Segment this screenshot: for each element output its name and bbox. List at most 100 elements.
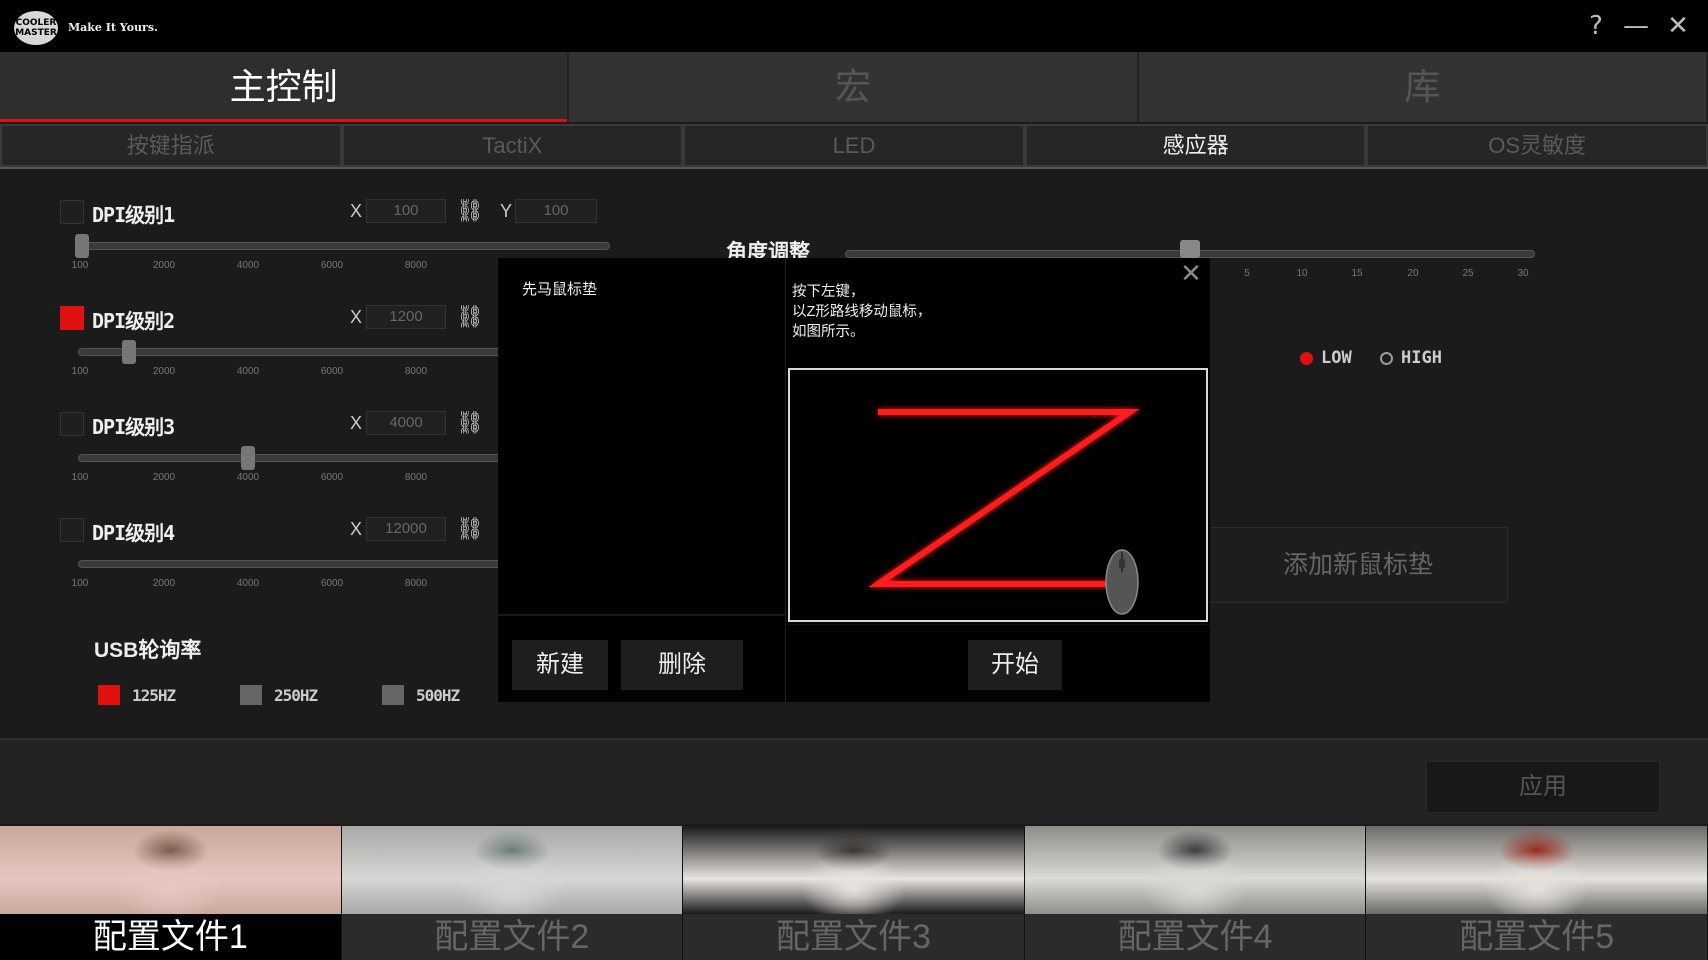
tab-main-control[interactable]: 主控制 (0, 52, 570, 122)
dpi-x-input[interactable]: 100 (366, 199, 446, 223)
dpi-slider-thumb[interactable] (75, 234, 89, 258)
dpi-level-4-checkbox[interactable] (60, 518, 84, 542)
profile-3[interactable]: 配置文件3 (683, 826, 1025, 960)
tagline: Make It Yours. (68, 21, 158, 34)
dpi-slider-track[interactable] (78, 242, 610, 250)
usb-500-checkbox[interactable] (382, 685, 404, 705)
tab-key-assignment[interactable]: 按键指派 (0, 124, 342, 167)
link-icon[interactable]: ⛓ (456, 518, 484, 540)
lift-high-option[interactable]: HIGH (1380, 348, 1442, 368)
tick-label: 15 (1351, 268, 1363, 279)
tab-led[interactable]: LED (683, 124, 1025, 167)
divider (786, 624, 1210, 625)
profile-4[interactable]: 配置文件4 (1024, 826, 1367, 960)
mousepad-list-item[interactable]: 先马鼠标垫 (522, 278, 597, 299)
z-pattern-illustration (788, 368, 1208, 622)
tick-label: 8000 (404, 472, 428, 483)
profile-photo (1366, 826, 1707, 914)
dpi-ticks: 100 2000 4000 6000 8000 (72, 366, 498, 380)
tick-label: 100 (71, 472, 89, 483)
usb-option-label: 125HZ (132, 686, 176, 705)
mouse-icon (1105, 549, 1139, 615)
close-button[interactable]: ✕ (1660, 8, 1696, 44)
tick-label: 6000 (320, 260, 344, 271)
add-new-mousepad-button[interactable]: 添加新鼠标垫 (1208, 527, 1508, 603)
dpi-level-3-checkbox[interactable] (60, 412, 84, 436)
tick-label: 8000 (404, 578, 428, 589)
y-axis-label: Y (500, 201, 513, 221)
x-axis-label: X (350, 307, 363, 327)
tick-label: 4000 (236, 578, 260, 589)
profile-photo (1024, 826, 1366, 914)
dpi-ticks: 100 2000 4000 6000 8000 (72, 578, 498, 592)
dpi-y-input[interactable]: 100 (515, 199, 597, 223)
lift-low-option[interactable]: LOW (1300, 348, 1352, 368)
tab-library[interactable]: 库 (1139, 52, 1708, 122)
tab-sensor[interactable]: 感应器 (1024, 124, 1367, 167)
minimize-button[interactable]: — (1618, 8, 1654, 44)
dpi-level-2-checkbox[interactable] (60, 306, 84, 330)
apply-button[interactable]: 应用 (1426, 761, 1660, 813)
delete-button[interactable]: 删除 (621, 640, 743, 690)
mousepad-list-panel: 先马鼠标垫 新建 删除 (498, 258, 786, 702)
new-button[interactable]: 新建 (512, 640, 608, 690)
tick-label: 30 (1517, 268, 1529, 279)
profile-2[interactable]: 配置文件2 (341, 826, 684, 960)
tick-label: 8000 (404, 366, 428, 377)
tab-tactix[interactable]: TactiX (341, 124, 684, 167)
tick-label: 4000 (236, 366, 260, 377)
tick-label: 2000 (152, 366, 176, 377)
help-button[interactable]: ? (1578, 8, 1614, 44)
tick-label: 5 (1244, 268, 1250, 279)
tick-label: 2000 (152, 472, 176, 483)
tick-label: 100 (71, 366, 89, 377)
dpi-slider-thumb[interactable] (121, 340, 136, 364)
usb-option-label: 500HZ (416, 686, 460, 705)
tick-label: 20 (1407, 268, 1419, 279)
instruction-line: 如图所示。 (792, 324, 865, 340)
tick-label: 4000 (236, 260, 260, 271)
mousepad-calibration-dialog: 先马鼠标垫 新建 删除 按下左键， 以Z形路线移动鼠标， 如图所示。 ✕ 开始 (498, 258, 1210, 702)
lift-low-label: LOW (1321, 348, 1352, 368)
divider (498, 614, 786, 616)
dpi-slider-thumb[interactable] (240, 446, 255, 470)
dpi-level-label: DPI级别4 (92, 521, 175, 545)
sub-tabs: 按键指派 TactiX LED 感应器 OS灵敏度 (0, 124, 1708, 169)
profile-5[interactable]: 配置文件5 (1366, 826, 1708, 960)
cooler-master-logo: COOLER MASTER (14, 11, 58, 45)
dialog-close-icon[interactable]: ✕ (1178, 260, 1204, 286)
x-axis-label: X (350, 519, 363, 539)
dpi-level-1-checkbox[interactable] (60, 200, 84, 224)
link-icon[interactable]: ⛓ (456, 200, 484, 222)
profile-photo (0, 826, 341, 914)
profile-label: 配置文件1 (0, 914, 341, 960)
lift-high-label: HIGH (1401, 348, 1442, 368)
link-icon[interactable]: ⛓ (456, 306, 484, 328)
dpi-x-input[interactable]: 12000 (366, 517, 446, 541)
profile-1[interactable]: 配置文件1 (0, 826, 342, 960)
tick-label: 100 (71, 578, 89, 589)
x-axis-label: X (350, 413, 363, 433)
profile-bar: 配置文件1 配置文件2 配置文件3 配置文件4 配置文件5 (0, 826, 1708, 960)
instruction-line: 按下左键， (792, 284, 865, 300)
link-icon[interactable]: ⛓ (456, 412, 484, 434)
calibration-instructions: 按下左键， 以Z形路线移动鼠标， 如图所示。 (792, 282, 1172, 342)
profile-photo (341, 826, 683, 914)
dpi-ticks: 100 2000 4000 6000 8000 (72, 472, 498, 486)
usb-250-checkbox[interactable] (240, 685, 262, 705)
dpi-x-input[interactable]: 4000 (366, 411, 446, 435)
usb-125-checkbox[interactable] (98, 685, 120, 705)
tab-macro[interactable]: 宏 (569, 52, 1139, 122)
tick-label: 4000 (236, 472, 260, 483)
dpi-x-input[interactable]: 1200 (366, 305, 446, 329)
tick-label: 2000 (152, 578, 176, 589)
radio-low[interactable] (1300, 351, 1313, 365)
start-button[interactable]: 开始 (968, 640, 1062, 690)
radio-high[interactable] (1380, 351, 1393, 365)
tick-label: 2000 (152, 260, 176, 271)
main-tabs: 主控制 宏 库 (0, 52, 1708, 122)
profile-label: 配置文件4 (1024, 914, 1366, 960)
tab-os-sensitivity[interactable]: OS灵敏度 (1366, 124, 1708, 167)
instruction-line: 以Z形路线移动鼠标， (792, 304, 932, 320)
angle-slider-thumb[interactable] (1180, 240, 1200, 258)
